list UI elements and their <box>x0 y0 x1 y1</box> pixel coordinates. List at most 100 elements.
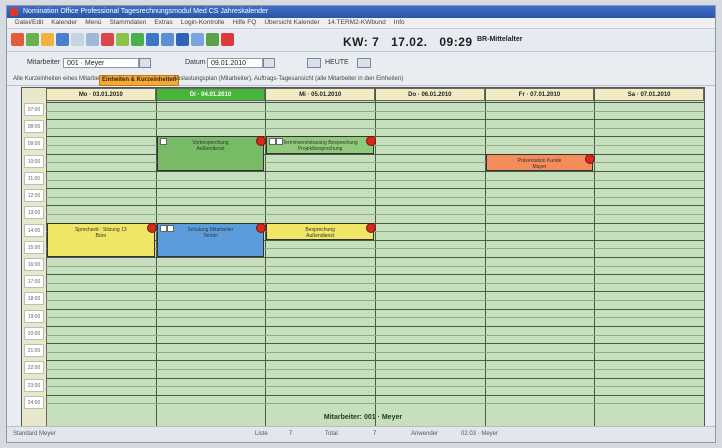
status-termine-value: 7 <box>289 431 293 437</box>
menu-item[interactable]: Datei/Edit <box>15 19 43 26</box>
refresh-icon[interactable] <box>131 33 144 46</box>
datum-label: Datum <box>185 59 206 66</box>
exit-icon[interactable] <box>221 33 234 46</box>
hour-line <box>46 308 704 310</box>
day-header[interactable]: Mo · 03.01.2010 <box>46 88 156 101</box>
heute-icon[interactable] <box>307 58 321 68</box>
user-icon[interactable] <box>101 33 114 46</box>
half-hour-line <box>46 334 704 336</box>
half-hour-line <box>46 282 704 284</box>
time-label: 13:00 <box>24 206 44 220</box>
half-hour-line <box>46 351 704 353</box>
half-hour-line <box>46 368 704 370</box>
appointment-subtitle: Termin <box>202 232 218 239</box>
menu-item[interactable]: Menü <box>85 19 101 26</box>
menu-item[interactable]: Übersicht Kalender <box>264 19 319 26</box>
menu-item[interactable]: Login-Kontrolle <box>181 19 225 26</box>
appointment[interactable]: Schulung Mitarbeiter Termin <box>156 222 267 257</box>
hour-line <box>46 188 704 190</box>
day-header[interactable]: Mi · 05.01.2010 <box>265 88 375 101</box>
half-hour-line <box>46 196 704 198</box>
half-hour-line <box>46 179 704 181</box>
tab-auslastungsplan[interactable]: Auslastungsplan (Mitarbeiter), Auftrags-… <box>171 75 405 84</box>
appointment-subtitle: Außendienst <box>196 146 225 153</box>
hour-line <box>46 274 704 276</box>
hour-line <box>46 360 704 362</box>
open-icon[interactable] <box>26 33 39 46</box>
app-window: Nomination Office Professional Tagesrech… <box>6 5 716 443</box>
datum-input[interactable]: 09.01.2010 <box>207 58 263 68</box>
phone-icon[interactable] <box>161 33 174 46</box>
new-icon[interactable] <box>11 33 24 46</box>
status-checkbox[interactable] <box>159 138 167 146</box>
alarm-icon[interactable] <box>256 222 267 233</box>
appointment-subtitle: Mayer <box>532 163 547 170</box>
datum-dropdown-icon[interactable] <box>263 58 275 68</box>
half-hour-line <box>46 300 704 302</box>
time-label: 21:00 <box>24 344 44 358</box>
hour-line <box>46 102 704 103</box>
half-hour-line <box>46 162 704 164</box>
status-termine-label: Liste <box>255 431 268 437</box>
menu-item[interactable]: Info <box>394 19 405 26</box>
appointment[interactable]: Besprechung Außendienst <box>266 222 376 240</box>
appointment[interactable]: Vorbesprechung Außendienst <box>156 136 267 171</box>
menu-item[interactable]: Extras <box>154 19 172 26</box>
day-header[interactable]: Sa · 07.01.2010 <box>594 88 704 101</box>
hour-line <box>46 119 704 121</box>
status-checkbox[interactable] <box>159 224 167 232</box>
header-user: BR-Mittelalter <box>477 36 523 43</box>
hour-line <box>46 343 704 345</box>
status-checkbox[interactable] <box>276 138 284 146</box>
status-total-value: 7 <box>373 431 377 437</box>
time-label: 16:00 <box>24 258 44 271</box>
tab-kurzeinheiten[interactable]: Alle Kurzeinheiten eines Mitarbeiters <box>11 75 112 84</box>
appointment[interactable]: Terminvereinbarung Besprechung Projektbes… <box>266 136 376 154</box>
status-checkbox[interactable] <box>269 138 277 146</box>
week-switch-icon[interactable] <box>357 58 371 68</box>
menu-item[interactable]: Hilfe FQ <box>233 19 257 26</box>
time-label: 09:00 <box>24 137 44 151</box>
alarm-icon[interactable] <box>146 222 157 233</box>
calendar-icon[interactable] <box>116 33 129 46</box>
time-label: 07:00 <box>24 103 44 116</box>
appointment[interactable]: Präsentation Kunde Mayer <box>485 153 596 171</box>
time-label: 23:00 <box>24 378 44 392</box>
alarm-icon[interactable] <box>585 153 596 164</box>
sync-icon[interactable] <box>176 33 189 46</box>
half-hour-line <box>46 386 704 388</box>
mitarbeiter-dropdown-icon[interactable] <box>139 58 151 68</box>
day-header[interactable]: Fr · 07.01.2010 <box>484 88 595 101</box>
preview-icon[interactable] <box>86 33 99 46</box>
time-label: 10:00 <box>24 154 44 168</box>
mitarbeiter-select[interactable]: 001 · Meyer <box>63 58 139 68</box>
time-label: 22:00 <box>24 361 44 375</box>
folder-icon[interactable] <box>41 33 54 46</box>
status-checkbox[interactable] <box>166 224 174 232</box>
tab-einheiten[interactable]: Einheiten & Kurzeinheiten <box>99 75 180 86</box>
half-hour-line <box>46 403 704 405</box>
week-number: KW: 7 <box>343 35 380 49</box>
calendar-footer-caption: Mitarbeiter: 001 · Meyer <box>323 414 403 421</box>
settings-icon[interactable] <box>206 33 219 46</box>
hour-line <box>46 394 704 396</box>
menu-item[interactable]: 14.TERM2-KWbund <box>328 19 386 26</box>
print-icon[interactable] <box>71 33 84 46</box>
appointment[interactable]: Sprechzeit · Sitzung 13 Büro <box>47 222 157 257</box>
view-icon[interactable] <box>191 33 204 46</box>
day-header[interactable]: Di · 04.01.2010 <box>155 88 266 101</box>
time-label: 18:00 <box>24 292 44 306</box>
time-label: 19:00 <box>24 309 44 323</box>
menu-item[interactable]: Kalender <box>51 19 77 26</box>
alarm-icon[interactable] <box>365 222 376 233</box>
mail-icon[interactable] <box>146 33 159 46</box>
save-icon[interactable] <box>56 33 69 46</box>
view-tabs: Alle Kurzeinheiten eines Mitarbeiters Ei… <box>7 74 715 86</box>
hour-line <box>46 291 704 293</box>
day-header[interactable]: Do · 06.01.2010 <box>375 88 485 101</box>
half-hour-line <box>46 265 704 267</box>
filter-row: Mitarbeiter 001 · Meyer Datum 09.01.2010… <box>7 52 715 74</box>
menu-item[interactable]: Stammdaten <box>109 19 146 26</box>
title-bar: Nomination Office Professional Tagesrech… <box>7 6 715 18</box>
half-hour-line <box>46 317 704 319</box>
